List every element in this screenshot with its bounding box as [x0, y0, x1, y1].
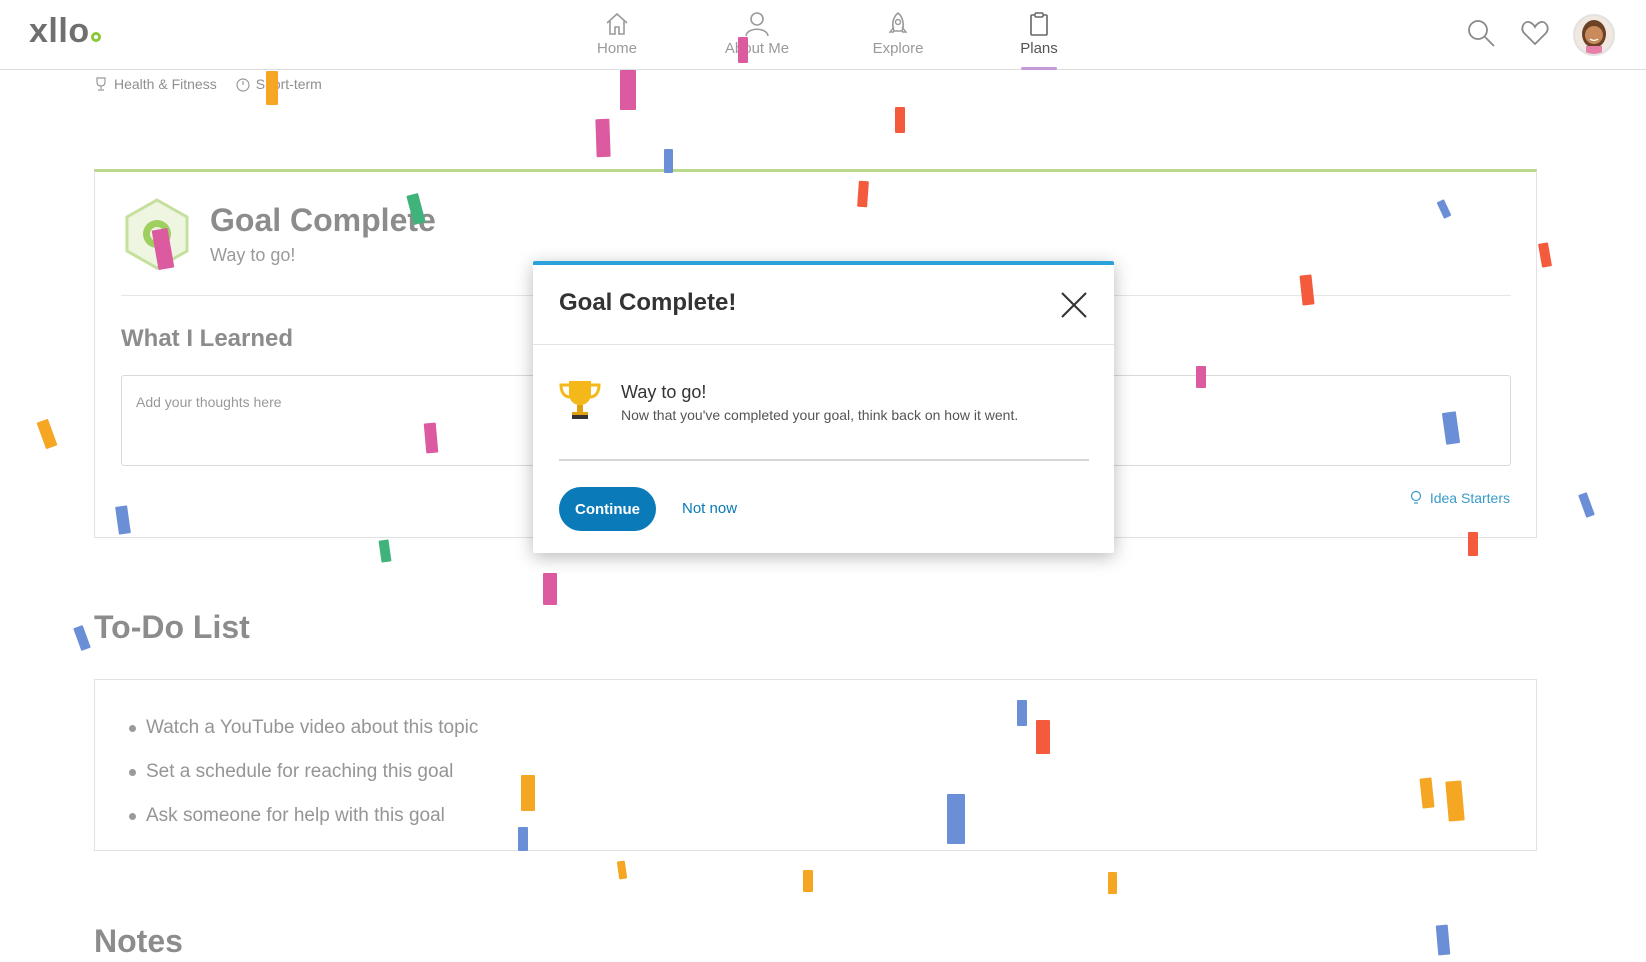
dialog-title: Goal Complete!	[559, 289, 737, 316]
confetti-piece	[1468, 532, 1478, 556]
home-icon	[606, 12, 628, 35]
continue-button[interactable]: Continue	[559, 487, 656, 531]
clipboard-icon	[1030, 12, 1048, 36]
confetti-piece	[664, 149, 673, 173]
heart-icon[interactable]	[1520, 18, 1550, 48]
confetti-piece	[616, 860, 628, 880]
nav-plans[interactable]: Plans	[984, 8, 1094, 70]
tag-category-label: Health & Fitness	[114, 76, 217, 92]
list-item: Set a schedule for reaching this goal	[95, 750, 1536, 794]
confetti-piece	[803, 870, 813, 892]
confetti-piece	[266, 71, 278, 105]
goal-complete-dialog: Goal Complete! Way to go! Now that you'v…	[533, 261, 1114, 553]
logo-x: x	[29, 12, 49, 50]
nav-home[interactable]: Home	[562, 8, 672, 70]
thoughts-placeholder: Add your thoughts here	[136, 394, 282, 410]
dialog-body: Way to go! Now that you've completed you…	[533, 345, 1114, 461]
person-icon	[745, 12, 769, 37]
nav-home-label: Home	[596, 40, 637, 57]
todo-item-text: Watch a YouTube video about this topic	[146, 717, 479, 738]
avatar-face-icon	[1582, 20, 1606, 54]
logo-rest: llo	[48, 12, 90, 50]
todo-card: Watch a YouTube video about this topic S…	[94, 679, 1537, 851]
trophy-outline-icon	[96, 77, 106, 91]
dialog-message: Now that you've completed your goal, thi…	[621, 407, 1019, 423]
notes-heading: Notes	[94, 923, 183, 959]
top-nav: xllo Home About Me Explore Plans	[0, 0, 1646, 70]
nav-plans-label: Plans	[1020, 40, 1058, 57]
todo-item-text: Set a schedule for reaching this goal	[146, 761, 454, 782]
confetti-piece	[595, 118, 611, 158]
active-tab-indicator	[1021, 67, 1057, 70]
bullet-icon	[129, 768, 136, 776]
confetti-piece	[378, 539, 392, 563]
todo-heading: To-Do List	[94, 609, 250, 645]
confetti-piece	[947, 794, 965, 844]
confetti-piece	[1196, 366, 1206, 388]
bullet-icon	[129, 724, 136, 732]
nav-explore-label: Explore	[872, 40, 924, 57]
list-item: Ask someone for help with this goal	[95, 794, 1536, 838]
goal-tags: Health & Fitness Short-term	[93, 76, 322, 92]
todo-item-text: Ask someone for help with this goal	[146, 805, 445, 826]
confetti-piece	[738, 37, 748, 63]
confetti-piece	[1537, 242, 1553, 268]
tag-category: Health & Fitness	[93, 76, 217, 92]
goal-subtitle: Way to go!	[210, 245, 296, 265]
what-i-learned-heading: What I Learned	[121, 325, 294, 352]
confetti-piece	[1435, 924, 1451, 956]
confetti-piece	[36, 418, 58, 450]
confetti-piece	[1108, 872, 1117, 894]
list-item: Watch a YouTube video about this topic	[95, 706, 1536, 750]
confetti-piece	[620, 70, 636, 110]
xello-logo[interactable]: xllo	[29, 12, 101, 51]
confetti-piece	[543, 573, 557, 605]
lightbulb-icon	[1410, 490, 1421, 504]
confetti-piece	[1017, 700, 1027, 726]
confetti-piece	[521, 775, 535, 811]
nav-about-me[interactable]: About Me	[702, 8, 812, 70]
rocket-icon	[888, 11, 908, 33]
bullet-icon	[129, 812, 136, 820]
trophy-icon	[559, 381, 601, 419]
confetti-piece	[73, 625, 91, 651]
confetti-piece	[895, 107, 905, 133]
tag-term: Short-term	[235, 76, 322, 92]
dialog-header: Goal Complete!	[533, 265, 1114, 345]
dialog-divider	[559, 459, 1089, 461]
confetti-piece	[423, 422, 439, 454]
nav-about-label: About Me	[724, 40, 790, 57]
dialog-heading: Way to go!	[621, 382, 707, 402]
logo-dot	[90, 32, 101, 42]
not-now-link[interactable]: Not now	[682, 500, 737, 517]
close-icon[interactable]	[1058, 289, 1090, 321]
stopwatch-icon	[236, 78, 250, 92]
idea-starters-link[interactable]: Idea Starters	[1410, 490, 1510, 506]
confetti-piece	[1445, 780, 1465, 822]
idea-starters-label: Idea Starters	[1429, 490, 1510, 506]
confetti-piece	[857, 180, 869, 208]
confetti-piece	[1578, 492, 1595, 518]
search-icon[interactable]	[1466, 18, 1496, 48]
confetti-piece	[1036, 720, 1050, 754]
confetti-piece	[518, 827, 528, 851]
avatar[interactable]	[1573, 14, 1615, 56]
nav-explore[interactable]: Explore	[843, 8, 953, 70]
goal-title: Goal Complete	[210, 202, 436, 238]
